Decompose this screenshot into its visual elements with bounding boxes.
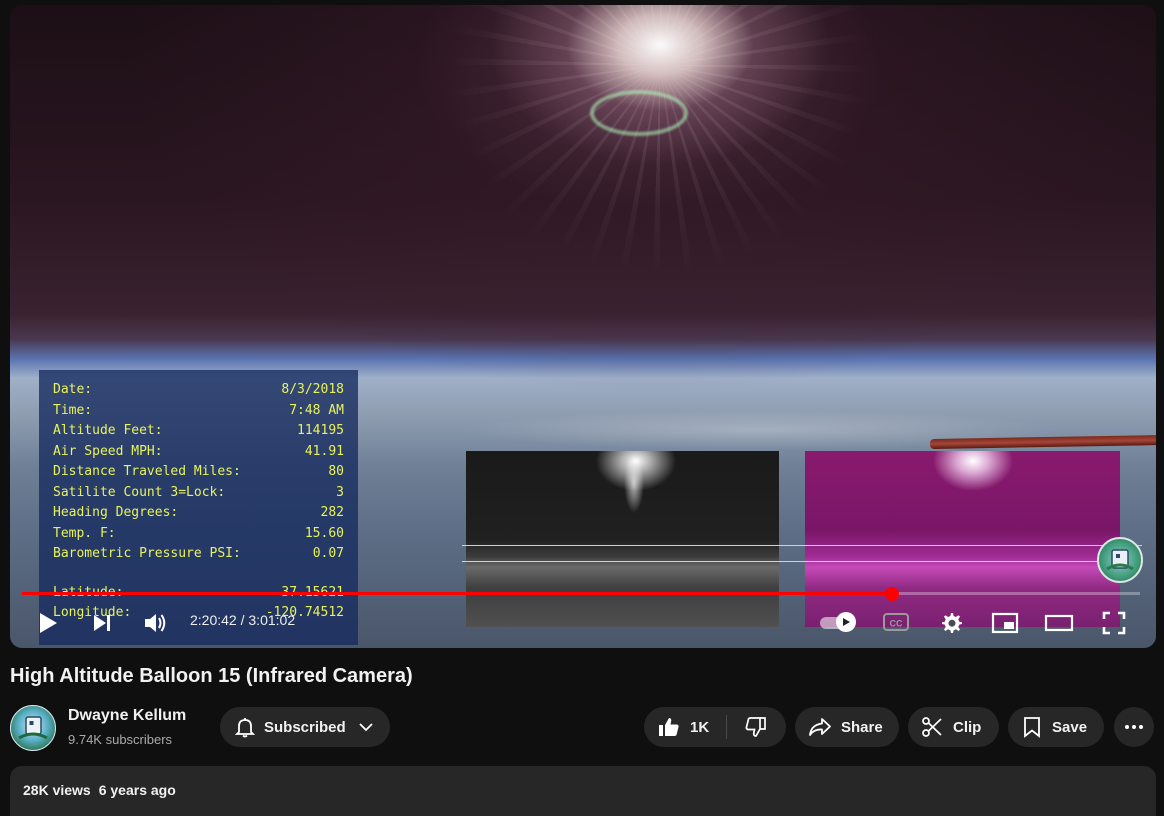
theater-mode-icon[interactable] xyxy=(1043,610,1075,636)
telemetry-row: Time: 7:48 AM xyxy=(53,401,344,422)
telemetry-row: Air Speed MPH: 41.91 xyxy=(53,442,344,463)
thumbs-up-icon xyxy=(658,716,680,738)
telemetry-row: Distance Traveled Miles: 80 xyxy=(53,462,344,483)
telemetry-label: Heading Degrees: xyxy=(53,505,179,520)
telemetry-value: 15.60 xyxy=(304,525,344,541)
description-box[interactable]: 28K views 6 years ago xyxy=(10,766,1156,816)
channel-watermark-icon[interactable] xyxy=(1097,537,1143,583)
progress-scrubber-handle[interactable] xyxy=(884,586,899,601)
telemetry-label: Distance Traveled Miles: xyxy=(53,464,241,479)
telemetry-value: 8/3/2018 xyxy=(281,382,344,397)
save-button[interactable]: Save xyxy=(1008,707,1104,747)
telemetry-label: Barometric Pressure PSI: xyxy=(53,546,241,561)
dislike-button[interactable] xyxy=(727,716,785,738)
share-label: Share xyxy=(841,718,883,736)
chevron-down-icon xyxy=(358,719,374,735)
horizon-guide-line xyxy=(462,545,1142,546)
thumbs-down-icon xyxy=(745,716,767,738)
telemetry-label: Temp. F: xyxy=(53,525,116,541)
telemetry-value: 114195 xyxy=(297,423,344,438)
next-icon[interactable] xyxy=(88,609,116,637)
play-icon[interactable] xyxy=(34,609,62,637)
telemetry-row: Date: 8/3/2018 xyxy=(53,380,344,401)
telemetry-value: 7:48 AM xyxy=(289,402,344,418)
telemetry-value: 282 xyxy=(320,505,344,520)
time-total: 3:01:02 xyxy=(248,612,296,628)
telemetry-row: Barometric Pressure PSI: 0.07 xyxy=(53,544,344,565)
time-current: 2:20:42 xyxy=(190,612,237,628)
share-arrow-icon xyxy=(808,717,832,737)
more-horizontal-icon xyxy=(1124,724,1144,730)
scissors-icon xyxy=(921,716,943,738)
clip-button[interactable]: Clip xyxy=(908,707,999,747)
telemetry-value: 80 xyxy=(328,464,344,479)
telemetry-row: Temp. F: 15.60 xyxy=(53,524,344,545)
like-button[interactable]: 1K xyxy=(644,716,726,738)
video-title: High Altitude Balloon 15 (Infrared Camer… xyxy=(10,665,413,687)
subscribed-button[interactable]: Subscribed xyxy=(220,707,390,747)
cc-label: CC xyxy=(890,619,903,629)
more-actions-button[interactable] xyxy=(1114,707,1154,747)
settings-gear-icon[interactable] xyxy=(937,609,965,637)
telemetry-label: Date: xyxy=(53,382,93,397)
telemetry-label: Time: xyxy=(53,402,93,418)
time-display: 2:20:42 / 3:01:02 xyxy=(190,612,295,628)
fullscreen-icon[interactable] xyxy=(1100,609,1128,637)
video-frame-sun-rays xyxy=(440,5,880,285)
telemetry-row: Altitude Feet: 114195 xyxy=(53,421,344,442)
telemetry-value: 3 xyxy=(336,484,344,500)
telemetry-label: Altitude Feet: xyxy=(53,423,163,438)
like-dislike-group: 1K xyxy=(644,707,786,747)
telemetry-rows: Date: 8/3/2018 Time: 7:48 AM Altitude Feet: 1… xyxy=(53,380,344,565)
channel-avatar[interactable] xyxy=(10,705,56,751)
autoplay-toggle[interactable] xyxy=(820,612,860,632)
bookmark-icon xyxy=(1023,716,1041,738)
like-count: 1K xyxy=(690,718,710,736)
description-meta: 28K views 6 years ago xyxy=(23,782,184,798)
view-count: 28K views xyxy=(23,782,91,798)
telemetry-value: 0.07 xyxy=(312,546,344,561)
miniplayer-icon[interactable] xyxy=(990,610,1020,636)
time-separator: / xyxy=(236,612,249,628)
subscribed-label: Subscribed xyxy=(264,718,346,736)
video-frame-lens-flare xyxy=(590,90,688,136)
share-button[interactable]: Share xyxy=(795,707,899,747)
telemetry-label: Satilite Count 3=Lock: xyxy=(53,484,226,500)
telemetry-label: Air Speed MPH: xyxy=(53,443,163,459)
channel-name[interactable]: Dwayne Kellum xyxy=(68,707,186,725)
telemetry-value: 41.91 xyxy=(304,443,344,459)
subscriber-count: 9.74K subscribers xyxy=(68,732,173,747)
progress-played xyxy=(22,592,892,595)
progress-bar[interactable] xyxy=(22,586,1140,601)
volume-icon[interactable] xyxy=(140,609,170,637)
bell-icon xyxy=(234,716,256,738)
telemetry-row: Heading Degrees: 282 xyxy=(53,503,344,524)
cc-icon[interactable]: CC xyxy=(882,610,910,634)
clip-label: Clip xyxy=(953,718,982,736)
video-player[interactable]: Date: 8/3/2018 Time: 7:48 AM Altitude Feet: 1… xyxy=(10,5,1156,648)
autoplay-play-icon xyxy=(836,612,856,632)
player-controls: 2:20:42 / 3:01:02 CC xyxy=(10,601,1156,643)
upload-age: 6 years ago xyxy=(98,782,176,798)
horizon-guide-line xyxy=(462,561,1142,562)
telemetry-row: Satilite Count 3=Lock: 3 xyxy=(53,483,344,504)
save-label: Save xyxy=(1052,718,1088,736)
